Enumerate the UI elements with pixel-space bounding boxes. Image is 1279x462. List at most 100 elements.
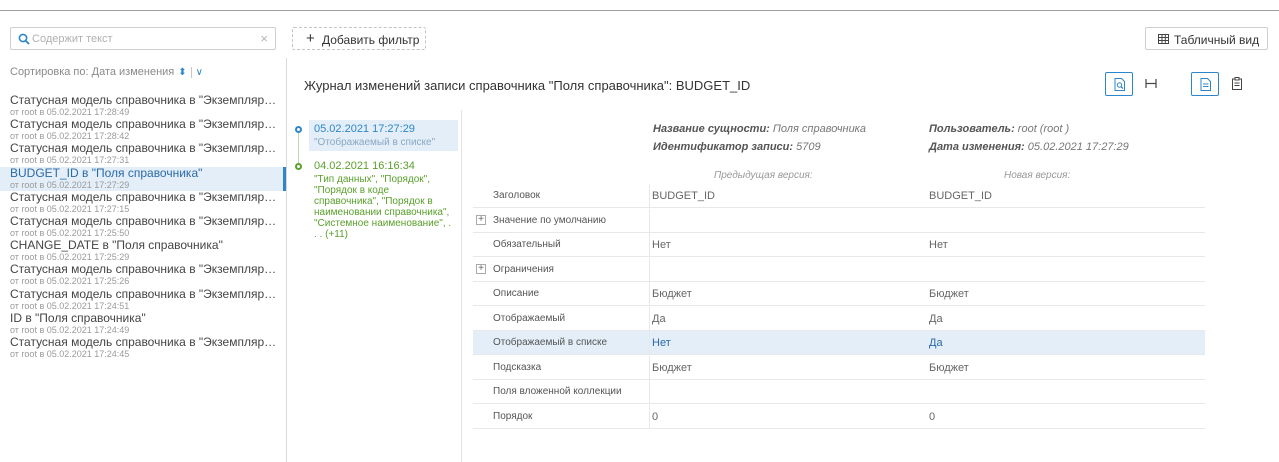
list-item[interactable]: CHANGE_DATE в "Поля справочника" от root … xyxy=(0,239,286,263)
field-name: Отображаемый в списке xyxy=(493,337,608,348)
column-divider xyxy=(649,404,650,429)
field-name: Ограничения xyxy=(493,263,554,275)
add-filter-button[interactable]: + Добавить фильтр xyxy=(292,27,426,50)
column-divider xyxy=(649,282,650,306)
list-item-title: Статусная модель справочника в "Экземпля… xyxy=(10,263,282,277)
document-view-button[interactable] xyxy=(1191,72,1219,96)
change-date-label: Дата изменения: xyxy=(929,141,1025,153)
list-item-title: Статусная модель справочника в "Экземпля… xyxy=(10,94,282,107)
entity-name-value: Поля справочника xyxy=(772,123,866,135)
sort-control[interactable]: Сортировка по: Дата изменения ⬍ ∨ xyxy=(10,66,203,78)
previous-value: Да xyxy=(652,312,666,325)
entity-name-meta: Название сущности: Поля справочника xyxy=(653,123,866,135)
page-title: Журнал изменений записи справочника "Пол… xyxy=(304,78,751,93)
list-item-title: CHANGE_DATE в "Поля справочника" xyxy=(10,239,223,253)
timeline-date: 05.02.2021 17:27:29 xyxy=(314,123,415,135)
expand-width-icon xyxy=(1145,79,1157,88)
timeline-connector xyxy=(298,133,299,163)
list-item-title: Статусная модель справочника в "Экземпля… xyxy=(10,215,282,228)
table-view-label: Табличный вид xyxy=(1174,33,1260,47)
change-date-meta: Дата изменения: 05.02.2021 17:27:29 xyxy=(929,141,1129,153)
search-input[interactable]: Содержит текст × xyxy=(10,27,276,50)
field-name: Отображаемый xyxy=(493,312,566,324)
previous-value: Бюджет xyxy=(652,288,692,300)
column-divider xyxy=(649,355,650,380)
list-item[interactable]: BUDGET_ID в "Поля справочника" от root в … xyxy=(0,166,286,191)
top-divider xyxy=(0,10,1279,11)
list-item-title: Статусная модель справочника в "Экземпля… xyxy=(10,336,282,349)
table-row: Обязательный Нет Нет xyxy=(473,233,1205,257)
clipboard-icon xyxy=(1232,77,1242,90)
list-item[interactable]: Статусная модель справочника в "Экземпля… xyxy=(0,142,286,166)
timeline-dot xyxy=(295,163,302,170)
timeline-date: 04.02.2021 16:16:34 xyxy=(314,160,415,172)
list-item-title: Статусная модель справочника в "Экземпля… xyxy=(10,118,282,132)
record-id-label: Идентификатор записи: xyxy=(653,141,794,153)
timeline-entry[interactable]: 04.02.2021 16:16:34 "Тип данных", "Порядо… xyxy=(309,157,458,243)
timeline-entry[interactable]: 05.02.2021 17:27:29 "Отображаемый в списк… xyxy=(309,120,458,151)
column-divider xyxy=(649,257,650,282)
table-row: Заголовок BUDGET_ID BUDGET_ID xyxy=(473,184,1205,208)
list-item-subtitle: от root в 05.02.2021 17:27:31 xyxy=(10,155,130,166)
list-item-subtitle: от root в 05.02.2021 17:24:45 xyxy=(10,349,130,359)
table-row: Поля вложенной коллекции xyxy=(473,380,1205,404)
changes-list-panel: Сортировка по: Дата изменения ⬍ ∨ Статусна… xyxy=(0,58,287,462)
list-item-subtitle: от root в 05.02.2021 17:27:29 xyxy=(10,179,130,190)
sort-arrows-icon[interactable]: ⬍ xyxy=(178,67,186,78)
record-id-meta: Идентификатор записи: 5709 xyxy=(653,141,821,153)
chevron-down-icon[interactable]: ∨ xyxy=(196,67,203,78)
width-toggle-button[interactable] xyxy=(1137,72,1165,96)
record-id-value: 5709 xyxy=(796,141,821,153)
list-item[interactable]: Статусная модель справочника в "Экземпля… xyxy=(0,288,286,312)
table-view-button[interactable]: Табличный вид xyxy=(1145,27,1268,50)
list-item-subtitle: от root в 05.02.2021 17:25:26 xyxy=(10,276,130,287)
search-icon xyxy=(18,33,30,45)
list-item-subtitle: от root в 05.02.2021 17:28:42 xyxy=(10,131,130,142)
previous-version-header: Предыдущая версия: xyxy=(714,170,813,181)
previous-value: Нет xyxy=(652,337,671,349)
field-name: Значение по умолчанию xyxy=(493,214,606,226)
new-value: Нет xyxy=(929,239,948,251)
column-divider xyxy=(649,331,650,355)
list-item-subtitle: от root в 05.02.2021 17:24:51 xyxy=(10,300,130,311)
field-name: Обязательный xyxy=(493,239,561,250)
timeline-dot xyxy=(295,126,302,133)
field-name: Поля вложенной коллекции xyxy=(493,386,622,397)
table-row: Отображаемый в списке Нет Да xyxy=(473,331,1205,355)
table-row: Описание Бюджет Бюджет xyxy=(473,282,1205,306)
expand-icon[interactable]: + xyxy=(476,214,486,225)
list-item[interactable]: Статусная модель справочника в "Экземпля… xyxy=(0,336,286,360)
list-item-title: BUDGET_ID в "Поля справочника" xyxy=(10,166,203,180)
list-item[interactable]: Статусная модель справочника в "Экземпля… xyxy=(0,94,286,118)
column-divider xyxy=(649,306,650,331)
expand-icon[interactable]: + xyxy=(476,263,486,274)
list-item[interactable]: ID в "Поля справочника" от root в 05.02.2… xyxy=(0,312,286,336)
list-item-title: Статусная модель справочника в "Экземпля… xyxy=(10,142,282,156)
list-item-subtitle: от root в 05.02.2021 17:25:29 xyxy=(10,252,130,263)
document-search-icon xyxy=(1114,78,1125,91)
copy-button[interactable] xyxy=(1223,72,1251,96)
new-value: Да xyxy=(929,337,943,349)
table-icon xyxy=(1158,34,1169,44)
compare-view-button[interactable] xyxy=(1105,72,1133,96)
field-name: Порядок xyxy=(493,410,533,422)
user-value: root (root ) xyxy=(1017,123,1070,135)
new-value: Бюджет xyxy=(929,288,969,300)
column-divider xyxy=(649,380,650,404)
field-name: Описание xyxy=(493,288,540,299)
list-item[interactable]: Статусная модель справочника в "Экземпля… xyxy=(0,191,286,215)
clear-icon[interactable]: × xyxy=(260,31,268,46)
new-value: BUDGET_ID xyxy=(929,190,992,202)
plus-icon: + xyxy=(306,30,315,47)
list-item[interactable]: Статусная модель справочника в "Экземпля… xyxy=(0,118,286,142)
table-row: Подсказка Бюджет Бюджет xyxy=(473,355,1205,380)
add-filter-label: Добавить фильтр xyxy=(322,33,420,47)
list-item[interactable]: Статусная модель справочника в "Экземпля… xyxy=(0,215,286,239)
previous-value: BUDGET_ID xyxy=(652,190,715,202)
field-name: Подсказка xyxy=(493,361,542,373)
sort-label: Сортировка по: Дата изменения xyxy=(10,66,175,78)
timeline-description: "Тип данных", "Порядок", "Порядок в коде… xyxy=(314,174,452,240)
previous-value: Бюджет xyxy=(652,361,692,374)
list-item-subtitle: от root в 05.02.2021 17:27:15 xyxy=(10,203,130,214)
list-item[interactable]: Статусная модель справочника в "Экземпля… xyxy=(0,263,286,287)
